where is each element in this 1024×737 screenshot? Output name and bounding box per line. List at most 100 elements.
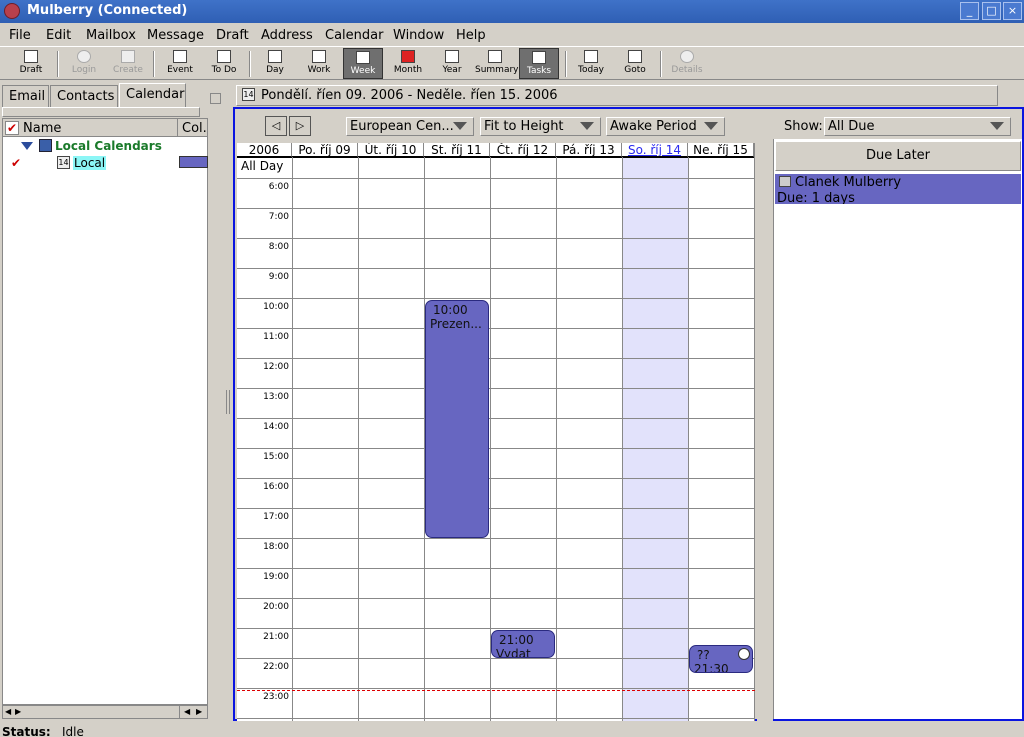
check-column-icon[interactable]: ✔ (5, 121, 19, 135)
work-week-icon (312, 50, 326, 63)
grid-scroll-gutter (757, 143, 773, 721)
time-label: 14:00 (263, 422, 289, 432)
menu-address[interactable]: Address (261, 28, 313, 43)
day-header-1[interactable]: Po. říj 09 (292, 143, 358, 157)
day-header-2[interactable]: Út. říj 10 (358, 143, 424, 157)
year-view-button[interactable]: Year (432, 48, 472, 79)
expand-triangle-icon[interactable] (21, 142, 33, 150)
local-calendars-group[interactable]: Local Calendars (55, 139, 162, 153)
scroll-left-icon[interactable]: ◀ (184, 707, 193, 717)
hour-line (237, 208, 755, 209)
timezone-select[interactable]: European Cen... (346, 117, 474, 136)
event-time: 10:00 (433, 303, 468, 317)
calendar-icon: 14 (242, 88, 255, 101)
previous-week-button[interactable]: ◁ (265, 116, 287, 136)
splitter-handle[interactable] (226, 390, 230, 414)
hour-line (237, 478, 755, 479)
subscribed-check-icon[interactable]: ✔ (11, 156, 21, 170)
work-view-button[interactable]: Work (299, 48, 339, 79)
task-item[interactable]: Clanek Mulberry Due: 1 days (775, 174, 1021, 204)
time-label: 18:00 (263, 542, 289, 552)
toolbar-separator (57, 51, 59, 77)
calendar-item-local[interactable]: Local (73, 156, 107, 170)
scroll-left-icon[interactable]: ◀ (5, 707, 14, 717)
time-label: 16:00 (263, 482, 289, 492)
scroll-divider (179, 706, 180, 718)
fit-select[interactable]: Fit to Height (480, 117, 601, 136)
toolbar-separator (660, 51, 662, 77)
horizontal-scrollbar[interactable]: ◀ ▶ ◀ ▶ (2, 705, 208, 719)
calendar-event[interactable]: 10:00 Prezen... (425, 300, 489, 538)
calendar-event[interactable]: 21:00 Vydat (491, 630, 555, 658)
time-label: 15:00 (263, 452, 289, 462)
toolbar-separator (565, 51, 567, 77)
scroll-right-icon[interactable]: ▶ (196, 707, 205, 717)
menu-edit[interactable]: Edit (46, 28, 71, 43)
day-header-7[interactable]: Ne. říj 15 (688, 143, 754, 157)
day-header-6[interactable]: So. říj 14 (622, 143, 688, 157)
summary-view-button[interactable]: Summary (475, 48, 519, 79)
day-header-3[interactable]: St. říj 11 (424, 143, 490, 157)
current-time-line (237, 690, 755, 691)
show-select[interactable]: All Due (824, 117, 1011, 136)
day-column-divider (358, 143, 359, 721)
name-column-header[interactable]: Name (23, 121, 61, 136)
toolbar: Draft Login Create Event To Do Day Work … (0, 46, 1024, 80)
day-view-button[interactable]: Day (255, 48, 295, 79)
goto-icon (628, 50, 642, 63)
due-later-header[interactable]: Due Later (775, 141, 1021, 171)
hour-line (237, 328, 755, 329)
create-button[interactable]: Create (108, 48, 148, 79)
close-button[interactable]: × (1003, 2, 1022, 20)
scroll-right-icon[interactable]: ▶ (15, 707, 24, 717)
draft-button[interactable]: Draft (11, 48, 51, 79)
menu-message[interactable]: Message (147, 28, 204, 43)
pane-toggle-icon[interactable] (210, 93, 221, 104)
event-button[interactable]: Event (160, 48, 200, 79)
minimize-button[interactable]: _ (960, 2, 979, 20)
tab-email[interactable]: Email (2, 85, 49, 107)
hour-line (237, 418, 755, 419)
week-view-button[interactable]: Week (343, 48, 383, 79)
menu-file[interactable]: File (9, 28, 31, 43)
calendar-list-header: ✔ Name Col. (3, 119, 207, 137)
alarm-clock-icon (738, 648, 750, 660)
calendar-list: ✔ Name Col. Local Calendars ✔ 14 Local (2, 118, 208, 705)
time-label: 7:00 (268, 212, 289, 222)
maximize-button[interactable]: □ (982, 2, 1001, 20)
time-label: 22:00 (263, 662, 289, 672)
menu-help[interactable]: Help (456, 28, 486, 43)
goto-button[interactable]: Goto (615, 48, 655, 79)
menu-mailbox[interactable]: Mailbox (86, 28, 136, 43)
day-header-5[interactable]: Pá. říj 13 (556, 143, 622, 157)
day-header-4[interactable]: Čt. říj 12 (490, 143, 556, 157)
login-button[interactable]: Login (64, 48, 104, 79)
hour-line (237, 358, 755, 359)
menu-calendar[interactable]: Calendar (325, 28, 383, 43)
status-bar: Status: Idle (0, 724, 1024, 737)
calendar-color-swatch[interactable] (179, 156, 208, 168)
menu-draft[interactable]: Draft (216, 28, 249, 43)
day-column-divider (622, 143, 623, 721)
month-view-button[interactable]: Month (388, 48, 428, 79)
task-due: Due: 1 days (777, 191, 855, 204)
time-label: 6:00 (268, 182, 289, 192)
event-time: 21:00 (499, 633, 534, 647)
today-button[interactable]: Today (571, 48, 611, 79)
login-icon (77, 50, 91, 63)
tab-calendar[interactable]: Calendar (119, 83, 186, 108)
details-button[interactable]: Details (667, 48, 707, 79)
todo-button[interactable]: To Do (204, 48, 244, 79)
color-column-header[interactable]: Col. (182, 121, 207, 136)
menu-window[interactable]: Window (393, 28, 444, 43)
next-week-button[interactable]: ▷ (289, 116, 311, 136)
calendar-event[interactable]: ?? 21:30 (689, 645, 753, 673)
create-icon (121, 50, 135, 63)
tab-contacts[interactable]: Contacts (50, 85, 118, 107)
period-select[interactable]: Awake Period (606, 117, 725, 136)
time-label: 19:00 (263, 572, 289, 582)
tasks-button[interactable]: Tasks (519, 48, 559, 79)
hour-line (237, 508, 755, 509)
status-value: Idle (62, 725, 84, 737)
year-icon (445, 50, 459, 63)
